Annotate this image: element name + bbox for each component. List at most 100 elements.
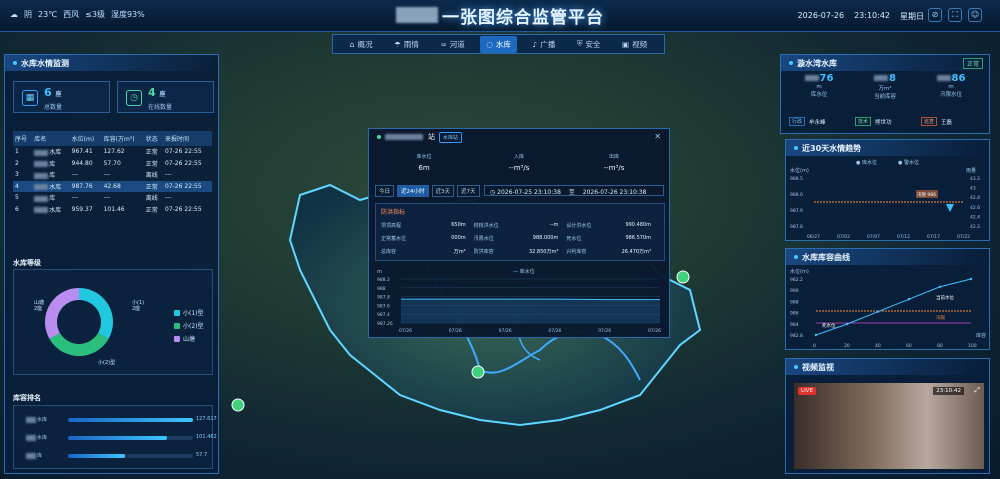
fullscreen-icon[interactable]: ⛶ bbox=[948, 8, 962, 22]
curve-panel: 水库库容曲线 水位(m) 库容 982.2 990 988 986 984 982.8 当前水位… bbox=[785, 248, 990, 350]
metric-item: 兴利库容 26.470万m³ bbox=[566, 249, 651, 255]
grade-title: 水库等级 bbox=[13, 259, 41, 267]
gauge-outflow: 出库 --m³/s bbox=[603, 154, 625, 172]
weekday-text: 星期日 bbox=[900, 12, 924, 21]
gauge-inflow: 入库 --m³/s bbox=[508, 154, 530, 172]
tab-river[interactable]: ≈ 河道 bbox=[434, 36, 470, 53]
donut-slice[interactable] bbox=[49, 333, 109, 356]
capacity-curve-chart: 水位(m) 库容 982.2 990 988 986 984 982.8 当前水位汛限死水位 0 2… bbox=[790, 268, 986, 349]
map-marker[interactable] bbox=[471, 365, 485, 379]
nav-bar: ⌂ 概况 ☂ 雨情 ≈ 河道 ◌ 水库 ♪ 广播 ⛨ 安全 ▣ 视频 bbox=[332, 34, 665, 54]
tab-broadcast[interactable]: ♪ 广播 bbox=[526, 36, 561, 53]
status-badge: 正常 bbox=[962, 58, 983, 69]
flood-indicators: 防洪指标 坝顶高程 650m 校核洪水位 --m 设计洪水位 990.480m 正常蓄水位 0… bbox=[375, 203, 665, 261]
y-tick-right: 42.8 bbox=[970, 195, 980, 201]
y-tick: 987.4 bbox=[377, 312, 390, 318]
map-marker[interactable] bbox=[231, 398, 245, 412]
station-stat: 76 m 库水位 bbox=[789, 73, 849, 98]
metric-item: 正常蓄水位 000m bbox=[381, 235, 466, 242]
title-wrap: 一张图综合监管平台 bbox=[330, 0, 670, 30]
close-icon[interactable]: ✕ bbox=[654, 132, 661, 141]
end-date: 2026-07-26 23:10:38 bbox=[582, 189, 647, 196]
time-tabs: 今日 近24小时 近3天 近7天 bbox=[375, 185, 480, 197]
x-tick: 40 bbox=[875, 343, 881, 349]
x-tick: 07/26 bbox=[449, 328, 462, 334]
x-tick: 0 bbox=[813, 343, 816, 349]
clock-icon: ◷ bbox=[126, 90, 142, 106]
drop-icon: ◌ bbox=[486, 39, 493, 49]
donut-slice[interactable] bbox=[79, 288, 113, 339]
y-tick: 982.8 bbox=[790, 333, 803, 339]
legend-item: ● 警水位 bbox=[898, 159, 919, 166]
x-tick: 60 bbox=[906, 343, 912, 349]
table-row[interactable]: 4 水库 987.76 42.68 正常 07-26 22:55 bbox=[13, 180, 212, 192]
manager-admin: 行政 牟永峰 bbox=[789, 117, 826, 126]
y-tick: 990 bbox=[790, 288, 799, 294]
date-range-picker[interactable]: ◷ 2026-07-25 23:10:38 至 2026-07-26 23:10… bbox=[484, 185, 664, 196]
label-xiao2: 小(2)型 bbox=[98, 359, 115, 366]
reservoir-table: 序号 库名 水位(m) 库容(万m³) 状态 来报时间 1 水库 967.41 127… bbox=[13, 131, 212, 215]
metric-item: 汛限水位 988.000m bbox=[473, 235, 559, 242]
metric-item: 校核洪水位 --m bbox=[473, 222, 559, 229]
y-tick: 988 bbox=[790, 299, 799, 305]
table-row[interactable]: 2 库 944.80 57.70 正常 07-26 22:55 bbox=[13, 158, 212, 170]
link-icon[interactable]: ⊘ bbox=[928, 8, 942, 22]
left-panel: 水库水情监测 ▦ 6 座 总数量 ◷ 4 座 在线数量 序号 库名 水位(m) … bbox=[4, 54, 219, 474]
table-row[interactable]: 3 库 --- --- 离线 --- bbox=[13, 169, 212, 181]
stat-online: ◷ 4 座 在线数量 bbox=[117, 81, 214, 113]
time-text: 23:10:42 bbox=[854, 11, 890, 20]
manager-patrol: 巡查 王磊 bbox=[921, 117, 952, 126]
user-icon[interactable]: ☺ bbox=[968, 8, 982, 22]
legend-item: 小(1)型 bbox=[174, 308, 204, 317]
point bbox=[876, 310, 880, 313]
y-tick: 988 bbox=[377, 286, 386, 292]
tab-3d[interactable]: 近3天 bbox=[431, 185, 455, 197]
current-level-label: 当前水位 bbox=[936, 294, 954, 301]
calendar-icon: ◷ bbox=[490, 189, 496, 196]
x-tick: 20 bbox=[844, 343, 850, 349]
video-feed[interactable]: LIVE 23:10:42 ⤢ bbox=[794, 383, 984, 469]
cloud-icon: ☁ bbox=[10, 10, 18, 19]
point bbox=[845, 322, 849, 326]
y-tick-right: 43.2 bbox=[970, 176, 980, 182]
weather-info: ☁ 阴 23℃ 西风 ≤3级 湿度93% bbox=[10, 9, 145, 20]
wind-level: ≤3级 bbox=[85, 10, 105, 19]
legend-item: 小(2)型 bbox=[174, 321, 204, 330]
x-tick: 07/26 bbox=[598, 328, 611, 334]
title-redacted-logo bbox=[396, 7, 438, 23]
tab-rain[interactable]: ☂ 雨情 bbox=[388, 36, 425, 53]
tab-safety[interactable]: ⛨ 安全 bbox=[571, 36, 607, 53]
metric-item: 坝顶高程 650m bbox=[381, 222, 466, 229]
y-unit: m bbox=[377, 269, 382, 275]
x-tick: 07/12 bbox=[897, 234, 910, 240]
y-tick: 988.5 bbox=[790, 176, 803, 182]
map-marker[interactable] bbox=[676, 270, 690, 284]
x-tick: 07/26 bbox=[399, 328, 412, 334]
station-stat: 86 m 汛限水位 bbox=[921, 73, 981, 98]
ranking-bar: 库 57.7 bbox=[26, 452, 211, 460]
x-tick: 07/22 bbox=[957, 234, 970, 240]
metric-item: 死水位 986.570m bbox=[566, 235, 651, 242]
grade-box: 山塘 2座 小(1)型 2座 小(2)型 小(1)型 小(2)型 山塘 bbox=[13, 269, 213, 375]
bar-fill bbox=[68, 454, 125, 458]
tab-overview[interactable]: ⌂ 概况 bbox=[344, 36, 379, 53]
table-row[interactable]: 5 库 --- --- 离线 --- bbox=[13, 192, 212, 204]
svg-text:2座: 2座 bbox=[34, 305, 42, 312]
expand-icon[interactable]: ⤢ bbox=[974, 386, 980, 395]
table-row[interactable]: 6 水库 959.37 101.46 正常 07-26 22:55 bbox=[13, 204, 212, 216]
page-title: 一张图综合监管平台 bbox=[442, 7, 604, 28]
datetime: 2026-07-26 23:10:42 星期日 bbox=[798, 11, 924, 22]
table-row[interactable]: 1 水库 967.41 127.62 正常 07-26 22:55 bbox=[13, 146, 212, 158]
tab-today[interactable]: 今日 bbox=[375, 185, 395, 197]
y-tick-right: 42.4 bbox=[970, 214, 980, 220]
camera-icon: ▣ bbox=[622, 39, 630, 49]
tab-video[interactable]: ▣ 视频 bbox=[616, 36, 653, 53]
tab-7d[interactable]: 近7天 bbox=[457, 185, 480, 197]
tab-reservoir[interactable]: ◌ 水库 bbox=[480, 35, 517, 53]
trend-chart: ● 库水位 ● 警水位水位(m) 雨量 988.5 988.0 987.9 987.8 43.… bbox=[790, 159, 980, 240]
table-header: 序号 库名 水位(m) 库容(万m³) 状态 来报时间 bbox=[13, 131, 212, 146]
tab-24h[interactable]: 近24小时 bbox=[397, 185, 429, 197]
y-tick: 988.0 bbox=[790, 192, 803, 198]
donut-slice[interactable] bbox=[45, 288, 79, 339]
x-tick: 07/26 bbox=[548, 328, 561, 334]
